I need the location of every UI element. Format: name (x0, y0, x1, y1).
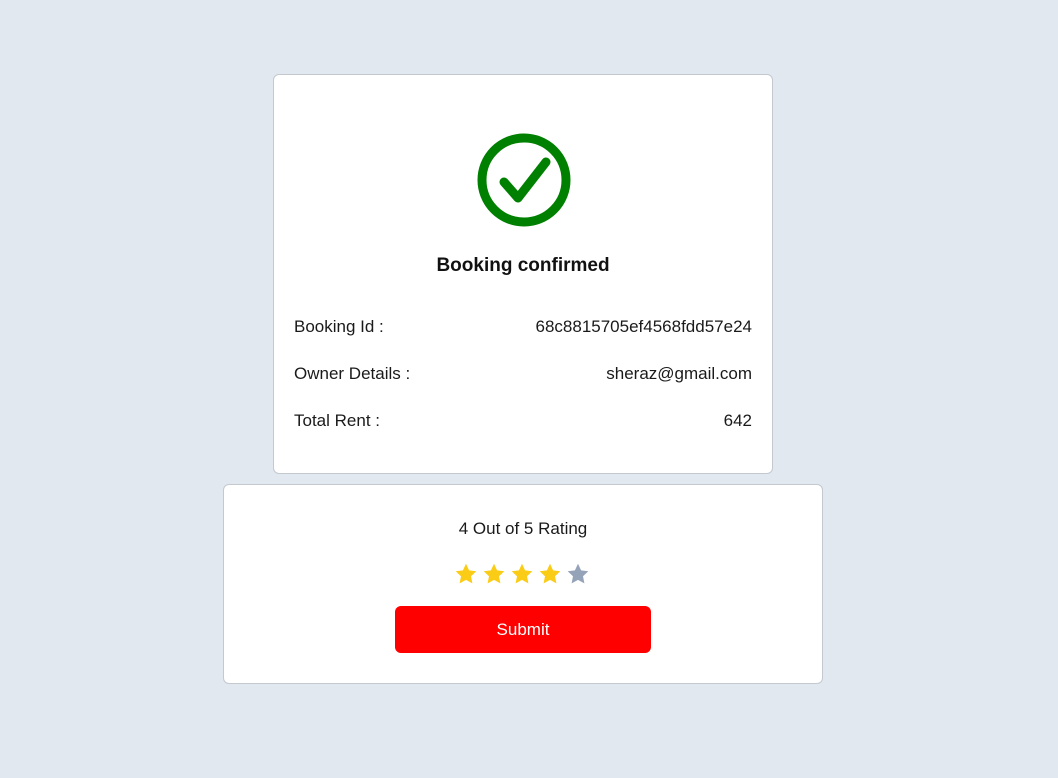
booking-id-value: 68c8815705ef4568fdd57e24 (535, 317, 753, 336)
total-rent-row: Total Rent : 642 (294, 411, 752, 431)
owner-details-row: Owner Details : sheraz@gmail.com (294, 364, 752, 384)
star-filled-icon[interactable] (538, 562, 562, 586)
star-filled-icon[interactable] (454, 562, 478, 586)
star-rating (454, 562, 594, 588)
submit-button[interactable]: Submit (395, 606, 651, 653)
owner-details-value: sheraz@gmail.com (606, 364, 752, 383)
booking-confirmation-card: Booking confirmed Booking Id : 68c881570… (273, 74, 773, 474)
star-filled-icon[interactable] (482, 562, 506, 586)
total-rent-value: 642 (723, 411, 752, 430)
rating-card: 4 Out of 5 Rating Submit (223, 484, 823, 684)
total-rent-label: Total Rent : (294, 411, 380, 430)
booking-id-label: Booking Id : (294, 317, 384, 336)
star-filled-icon[interactable] (510, 562, 534, 586)
booking-id-row: Booking Id : 68c8815705ef4568fdd57e24 (294, 317, 752, 337)
owner-details-label: Owner Details : (294, 364, 411, 383)
star-empty-icon[interactable] (566, 562, 590, 586)
check-circle-icon (476, 132, 572, 228)
rating-summary: 4 Out of 5 Rating (458, 519, 588, 538)
booking-title: Booking confirmed (436, 255, 610, 276)
